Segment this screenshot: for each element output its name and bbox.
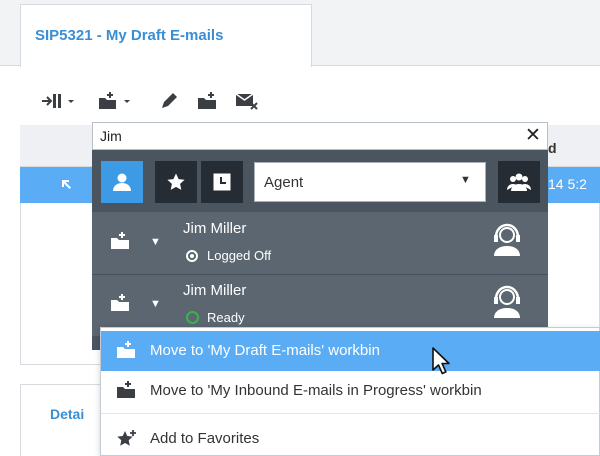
edit-icon	[162, 93, 177, 108]
agent-status: Logged Off	[207, 248, 272, 263]
clear-search-button[interactable]: ✕	[522, 124, 544, 148]
logged-off-status-icon	[186, 250, 198, 262]
agent-name: Jim Miller	[183, 282, 247, 299]
transfer-icon	[42, 94, 74, 108]
move-to-workbin-icon	[116, 381, 136, 404]
filter-favorites-button[interactable]	[155, 161, 197, 203]
transfer-menu-button[interactable]	[40, 90, 78, 112]
column-header-fragment: d	[548, 140, 557, 156]
mouse-pointer-icon	[430, 346, 454, 381]
search-input[interactable]	[100, 125, 500, 147]
agent-status: Ready	[207, 310, 245, 325]
star-icon	[167, 173, 185, 190]
menu-item-label: Move to 'My Inbound E-mails in Progress'…	[150, 382, 482, 399]
chevron-down-icon: ▼	[460, 174, 471, 186]
filter-team-button[interactable]	[498, 161, 540, 203]
details-tab-label[interactable]: Detai	[50, 406, 84, 422]
move-to-workbin-icon	[116, 341, 136, 364]
tab-title: SIP5321 - My Draft E-mails	[35, 27, 224, 44]
row-date-fragment: 14 5:2	[548, 176, 587, 192]
delete-email-icon	[235, 93, 258, 110]
close-icon: ✕	[525, 125, 541, 146]
menu-separator	[101, 413, 600, 414]
move-to-workbin-icon	[111, 294, 129, 311]
filter-recent-button[interactable]	[201, 161, 243, 203]
edit-button[interactable]	[158, 90, 180, 112]
recent-icon	[213, 173, 231, 191]
agent-icon	[113, 173, 131, 191]
move-to-workbin-menu-button[interactable]	[96, 90, 136, 112]
menu-item-label: Add to Favorites	[150, 430, 260, 447]
agent-headset-icon	[490, 284, 524, 327]
workbin-action-button[interactable]	[110, 294, 130, 317]
contact-type-value: Agent	[264, 174, 304, 191]
add-favorite-star-icon	[116, 429, 138, 454]
menu-item-label: Move to 'My Draft E-mails' workbin	[150, 342, 380, 359]
delete-email-button[interactable]	[234, 90, 260, 112]
move-to-workbin-icon	[99, 92, 130, 109]
ready-status-icon	[186, 311, 199, 324]
filter-agent-button[interactable]	[101, 161, 143, 203]
move-to-workbin-icon	[111, 232, 129, 249]
chevron-down-icon[interactable]: ▼	[150, 236, 161, 248]
workbin-action-button[interactable]	[110, 232, 130, 255]
agent-name: Jim Miller	[183, 220, 247, 237]
agent-headset-icon	[490, 222, 524, 265]
outbound-arrow-icon	[60, 177, 72, 193]
move-to-inbound-icon	[198, 92, 216, 109]
chevron-down-icon[interactable]: ▼	[150, 298, 161, 310]
team-icon	[507, 173, 531, 191]
move-to-inbound-button[interactable]	[196, 90, 220, 112]
